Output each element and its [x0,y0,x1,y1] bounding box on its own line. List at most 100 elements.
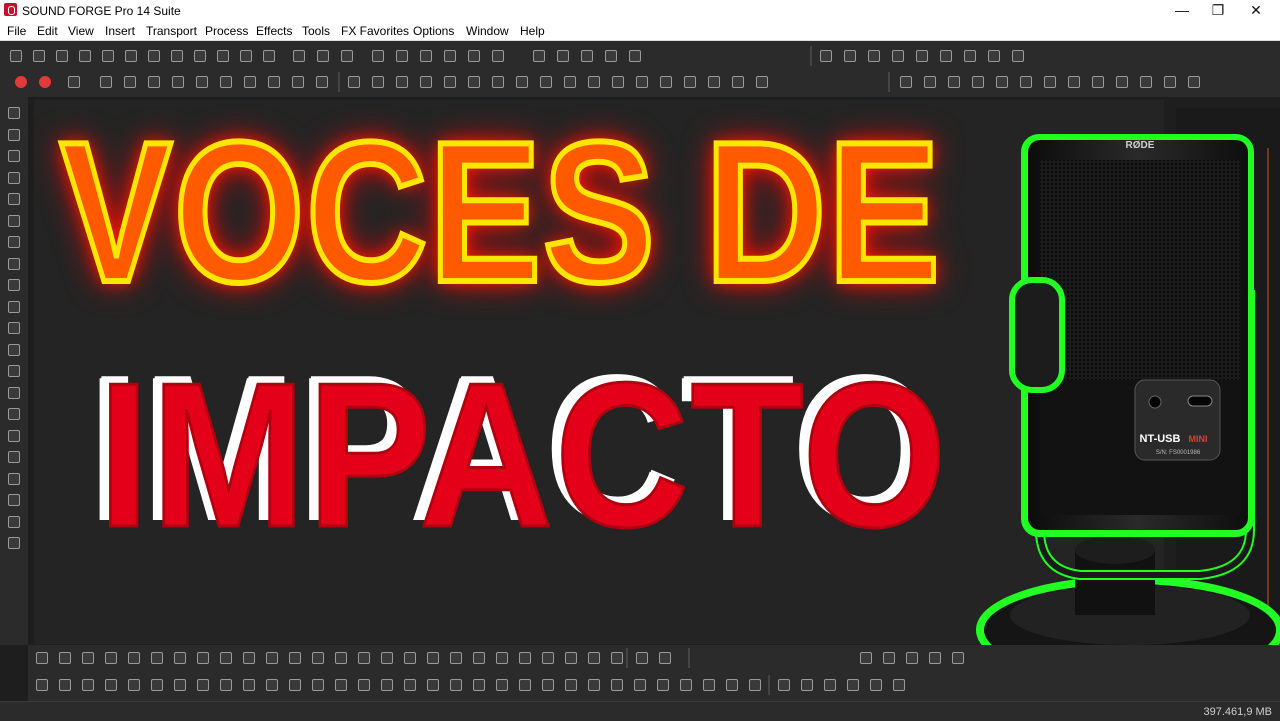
toolbar-tool-icon[interactable] [929,652,941,664]
toolbar-tool-icon[interactable] [916,50,928,62]
toolbar-tool-icon[interactable] [128,652,140,664]
toolbar-tool-icon[interactable] [492,50,504,62]
rewind-icon[interactable] [220,76,232,88]
toolbar-tool-icon[interactable] [8,343,20,356]
toolbar-tool-icon[interactable] [8,429,20,442]
toolbar-tool-icon[interactable] [8,150,20,162]
toolbar-tool-icon[interactable] [420,50,432,62]
toolbar-tool-icon[interactable] [36,679,48,691]
toolbar-tool-icon[interactable] [220,652,232,664]
toolbar-tool-icon[interactable] [564,76,576,88]
menu-process[interactable]: Process [205,24,248,38]
toolbar-tool-icon[interactable] [660,76,672,88]
toolbar-tool-icon[interactable] [824,679,836,691]
toolbar-tool-icon[interactable] [847,679,859,691]
toolbar-tool-icon[interactable] [8,472,20,485]
toolbar-tool-icon[interactable] [8,279,20,291]
toolbar-tool-icon[interactable] [611,679,623,691]
toolbar-tool-icon[interactable] [8,236,20,248]
menu-view[interactable]: View [68,24,94,38]
toolbar-tool-icon[interactable] [317,50,329,62]
toolbar-tool-icon[interactable] [444,50,456,62]
toolbar-tool-icon[interactable] [8,107,20,119]
toolbar-tool-icon[interactable] [372,50,384,62]
go-to-start-icon[interactable] [196,76,208,88]
toolbar-tool-icon[interactable] [801,679,813,691]
toolbar-tool-icon[interactable] [468,76,480,88]
toolbar-tool-icon[interactable] [1140,76,1152,88]
toolbar-tool-icon[interactable] [703,679,715,691]
toolbar-tool-icon[interactable] [59,652,71,664]
fast-rewind-icon[interactable] [244,76,256,88]
toolbar-tool-icon[interactable] [194,50,206,62]
toolbar-tool-icon[interactable] [533,50,545,62]
toolbar-tool-icon[interactable] [8,322,20,334]
toolbar-tool-icon[interactable] [372,76,384,88]
toolbar-tool-icon[interactable] [358,652,370,664]
toolbar-tool-icon[interactable] [243,652,255,664]
toolbar-tool-icon[interactable] [59,679,71,691]
toolbar-tool-icon[interactable] [996,76,1008,88]
toolbar-tool-icon[interactable] [151,652,163,664]
toolbar-tool-icon[interactable] [581,50,593,62]
toolbar-tool-icon[interactable] [263,50,275,62]
toolbar-tool-icon[interactable] [8,171,20,184]
toolbar-tool-icon[interactable] [820,50,832,62]
toolbar-tool-icon[interactable] [611,652,623,664]
record-arm-icon[interactable] [15,76,27,88]
toolbar-tool-icon[interactable] [396,50,408,62]
toolbar-tool-icon[interactable] [8,128,20,141]
menu-file[interactable]: File [7,24,26,38]
toolbar-tool-icon[interactable] [636,652,648,664]
toolbar-tool-icon[interactable] [427,652,439,664]
toolbar-tool-icon[interactable] [243,679,255,691]
toolbar-tool-icon[interactable] [732,76,744,88]
toolbar-tool-icon[interactable] [289,679,301,691]
toolbar-tool-icon[interactable] [565,652,577,664]
toolbar-tool-icon[interactable] [348,76,360,88]
toolbar-tool-icon[interactable] [952,652,964,664]
play-all-icon[interactable] [124,76,136,88]
toolbar-tool-icon[interactable] [588,652,600,664]
toolbar-tool-icon[interactable] [1164,76,1176,88]
toolbar-tool-icon[interactable] [427,679,439,691]
toolbar-tool-icon[interactable] [860,652,872,664]
toolbar-tool-icon[interactable] [125,50,137,62]
toolbar-tool-icon[interactable] [79,50,91,62]
toolbar-tool-icon[interactable] [8,193,20,205]
toolbar-tool-icon[interactable] [217,50,229,62]
toolbar-tool-icon[interactable] [726,679,738,691]
toolbar-tool-icon[interactable] [1012,50,1024,62]
toolbar-tool-icon[interactable] [8,257,20,270]
loop-icon[interactable] [68,76,80,88]
toolbar-tool-icon[interactable] [1188,76,1200,88]
toolbar-tool-icon[interactable] [33,50,45,62]
toolbar-tool-icon[interactable] [473,679,485,691]
minimize-button[interactable]: — [1164,0,1200,21]
toolbar-tool-icon[interactable] [8,214,20,227]
restore-button[interactable]: ❐ [1200,0,1236,21]
toolbar-tool-icon[interactable] [964,50,976,62]
toolbar-tool-icon[interactable] [629,50,641,62]
toolbar-tool-icon[interactable] [634,679,646,691]
toolbar-tool-icon[interactable] [605,50,617,62]
stop-icon[interactable] [172,76,184,88]
toolbar-tool-icon[interactable] [148,50,160,62]
toolbar-tool-icon[interactable] [105,679,117,691]
toolbar-tool-icon[interactable] [102,50,114,62]
record-icon[interactable] [39,76,51,88]
toolbar-tool-icon[interactable] [883,652,895,664]
toolbar-tool-icon[interactable] [289,652,301,664]
toolbar-tool-icon[interactable] [496,679,508,691]
toolbar-tool-icon[interactable] [8,386,20,399]
toolbar-tool-icon[interactable] [948,76,960,88]
toolbar-tool-icon[interactable] [1044,76,1056,88]
close-button[interactable]: ✕ [1238,0,1274,21]
menu-window[interactable]: Window [466,24,509,38]
menu-tools[interactable]: Tools [302,24,330,38]
toolbar-tool-icon[interactable] [335,679,347,691]
toolbar-tool-icon[interactable] [197,652,209,664]
menu-transport[interactable]: Transport [146,24,197,38]
toolbar-tool-icon[interactable] [266,679,278,691]
toolbar-tool-icon[interactable] [36,652,48,664]
